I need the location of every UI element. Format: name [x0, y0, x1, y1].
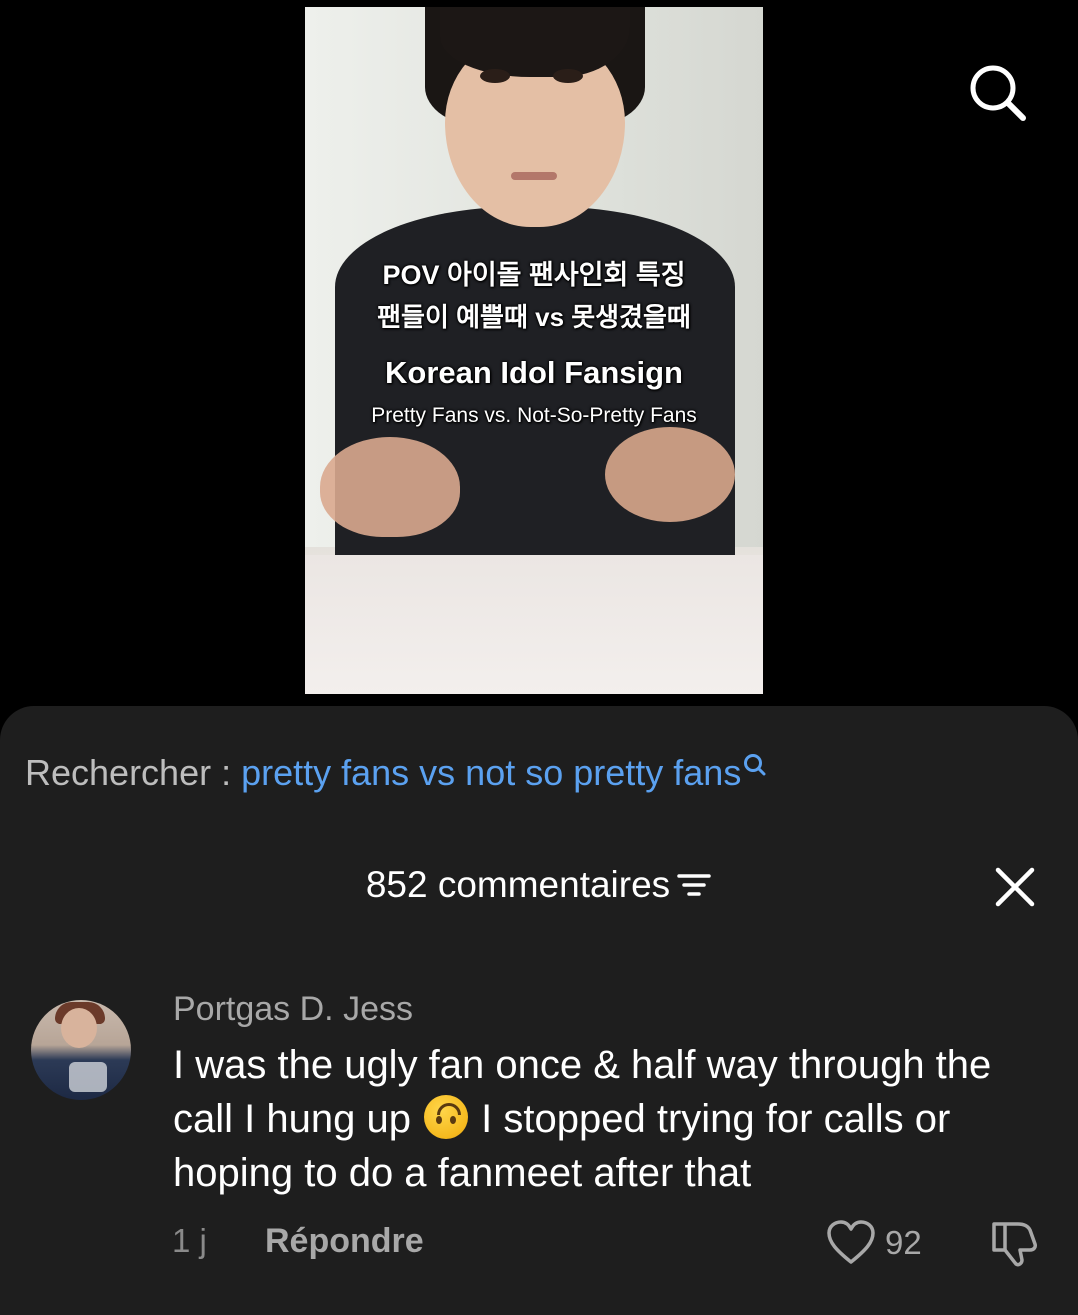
search-suggestion[interactable]: Rechercher : pretty fans vs not so prett…	[25, 752, 767, 794]
search-suggestion-query[interactable]: pretty fans vs not so pretty fans	[241, 752, 741, 793]
video-person-eye	[480, 69, 510, 83]
video-person-mouth	[511, 172, 557, 180]
video-person-eye	[553, 69, 583, 83]
comment-username[interactable]: Portgas D. Jess	[173, 990, 413, 1029]
comment-text: I was the ugly fan once & half way throu…	[173, 1038, 1053, 1200]
filter-icon[interactable]	[676, 866, 712, 908]
avatar[interactable]	[31, 1000, 131, 1100]
video-person-hand	[605, 427, 735, 522]
dislike-button[interactable]	[988, 1218, 1040, 1268]
comments-header: 852 commentaires	[0, 864, 1078, 908]
video-caption-english-title: Korean Idol Fansign	[385, 355, 683, 390]
video-person-hand	[320, 437, 460, 537]
comments-count-title: 852 commentaires	[365, 864, 671, 905]
reply-button[interactable]: Répondre	[265, 1222, 424, 1261]
comment-timestamp: 1 j	[172, 1222, 207, 1259]
thumbs-down-icon	[992, 1222, 1037, 1267]
avatar-face	[61, 1008, 97, 1048]
search-icon	[743, 746, 767, 788]
like-count: 92	[885, 1224, 922, 1261]
like-button[interactable]	[826, 1220, 876, 1266]
video-area: POV 아이돌 팬사인회 특징 팬들이 예쁠때 vs 못생겼을때 Korean …	[0, 0, 1078, 720]
search-icon	[970, 65, 1026, 121]
video-player[interactable]: POV 아이돌 팬사인회 특징 팬들이 예쁠때 vs 못생겼을때 Korean …	[305, 7, 763, 694]
video-caption-korean-subtitle: 팬들이 예쁠때 vs 못생겼을때	[377, 302, 691, 332]
search-button[interactable]	[965, 62, 1029, 122]
search-suggestion-prefix: Rechercher :	[25, 752, 242, 793]
video-person-bangs	[440, 7, 630, 77]
avatar-shirt-print	[69, 1062, 107, 1092]
close-button[interactable]	[994, 866, 1036, 908]
close-icon	[995, 867, 1035, 907]
heart-icon	[827, 1220, 875, 1264]
video-caption-english-subtitle: Pretty Fans vs. Not-So-Pretty Fans	[371, 404, 697, 427]
video-caption-korean-title: POV 아이돌 팬사인회 특징	[382, 260, 686, 290]
video-table-paper	[305, 555, 763, 694]
upside-down-face-icon	[424, 1095, 469, 1139]
